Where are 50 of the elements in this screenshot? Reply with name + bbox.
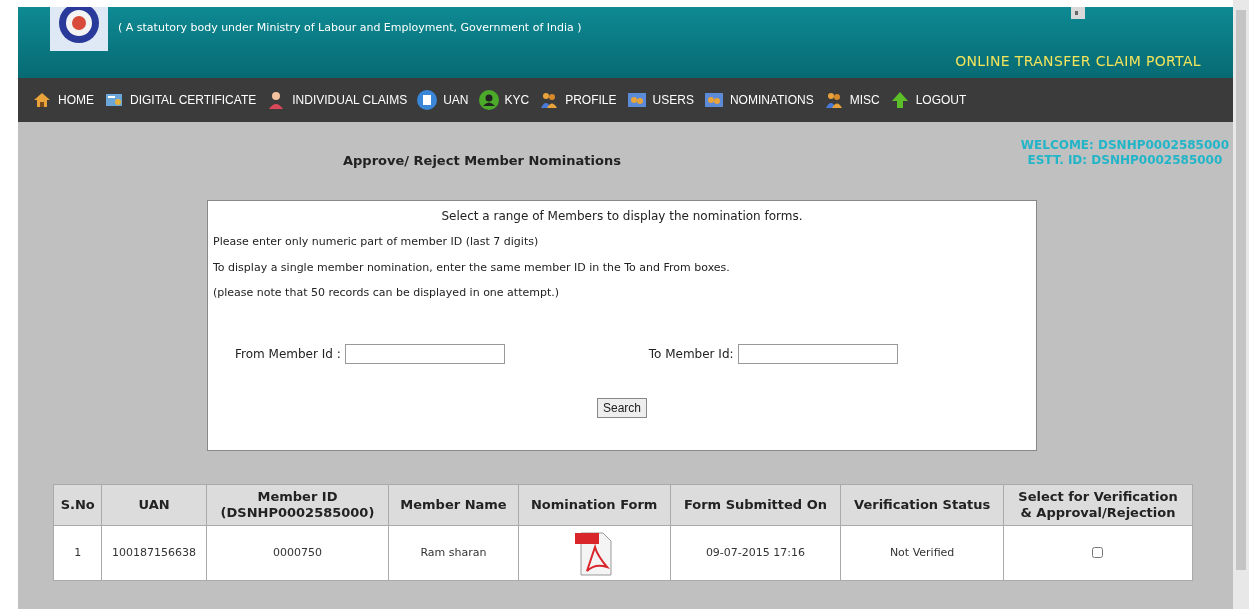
group-icon [703, 90, 724, 110]
column-header: Form Submitted On [670, 484, 841, 526]
table-cell: 1 [53, 525, 102, 581]
user-icon [478, 90, 499, 110]
nav-link[interactable]: DIGITAL CERTIFICATE [104, 90, 257, 110]
organisation-subtitle: ( A statutory body under Ministry of Labour and Employment, Government of India ) [118, 20, 582, 36]
to-label: To Member Id: [648, 345, 734, 363]
to-member-id-field[interactable] [737, 343, 898, 364]
column-header: Member ID (DSNHP0002585000) [206, 484, 389, 526]
nav-link[interactable]: INDIVIDUAL CLAIMS [266, 90, 408, 110]
column-header: UAN [101, 484, 207, 526]
portal-title: ONLINE TRANSFER CLAIM PORTAL [955, 52, 1201, 71]
pdf-file-icon[interactable] [575, 529, 614, 577]
table-cell: Ram sharan [388, 525, 519, 581]
column-header: Member Name [388, 484, 519, 526]
from-member-id-field[interactable] [344, 343, 505, 364]
column-header: Verification Status [840, 484, 1004, 526]
house-icon [32, 90, 52, 110]
column-header: Nomination Form [518, 484, 671, 526]
up-arrow-icon [889, 90, 910, 110]
nav-link[interactable]: USERS [626, 90, 694, 110]
column-header: S.No [53, 484, 102, 526]
from-label: From Member Id : [235, 345, 341, 363]
table-cell: 0000750 [206, 525, 389, 581]
select-checkbox[interactable] [1092, 547, 1104, 558]
instruction-text: To display a single member nomination, enter the same member ID in the To and From boxes. [213, 259, 731, 276]
establishment-id: ESTT. ID: DSNHP0002585000 [1027, 153, 1223, 168]
page-title: Approve/ Reject Member Nominations [343, 152, 621, 171]
table-cell: 100187156638 [101, 525, 207, 581]
building-icon [1069, 7, 1088, 19]
emblem-icon [50, 7, 108, 51]
nav-link[interactable]: PROFILE [539, 90, 617, 110]
search-button[interactable]: Search [597, 397, 647, 418]
welcome-text: WELCOME: DSNHP0002585000 [1020, 138, 1229, 153]
column-header: Select for Verification & Approval/Rejection [1003, 484, 1193, 526]
nav-link[interactable]: UAN [417, 90, 469, 110]
nav-link[interactable]: LOGOUT [889, 90, 967, 110]
instruction-text: Please enter only numeric part of member ID (last 7 digits) [213, 234, 540, 250]
people-icon [539, 90, 560, 110]
table-cell: Not Verified [840, 525, 1004, 581]
nav-link[interactable]: HOME [32, 90, 94, 110]
table-cell: 09-07-2015 17:16 [670, 525, 841, 581]
panel-heading: Select a range of Members to display the nomination forms. [441, 208, 803, 225]
document-icon [417, 90, 438, 110]
instruction-text: (please note that 50 records can be displayed in one attempt.) [213, 285, 561, 301]
people-icon [823, 90, 844, 110]
group-icon [626, 90, 647, 110]
nav-link[interactable]: NOMINATIONS [703, 90, 814, 110]
nav-link[interactable]: MISC [823, 90, 880, 110]
nav-link[interactable]: KYC [478, 90, 530, 110]
